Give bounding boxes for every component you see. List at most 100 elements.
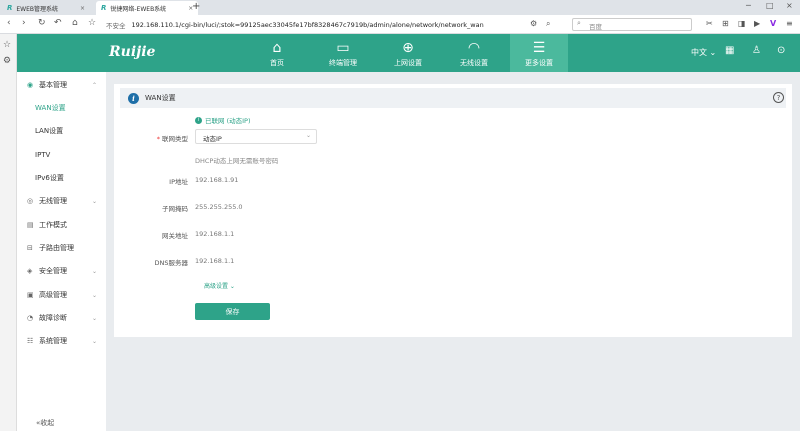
dns-value: 192.168.1.1	[195, 257, 235, 265]
save-button[interactable]: 保存	[195, 303, 270, 320]
user-icon[interactable]: ♙	[752, 45, 761, 56]
ruijie-logo: Ruijie	[109, 44, 156, 60]
chevron-up-icon: ⌃	[92, 81, 98, 89]
home-icon: ⌂	[272, 39, 282, 56]
advanced-icon: ▣	[27, 291, 34, 299]
browser-tab[interactable]: R EWEB管理系统 ×	[2, 1, 90, 15]
power-icon[interactable]: ⊙	[777, 45, 785, 56]
sidebar-item-label: LAN设置	[35, 127, 64, 135]
sidebar-item-label: 子路由管理	[39, 244, 74, 252]
basic-management-icon: ◉	[27, 81, 34, 89]
sidebar-item-system[interactable]: ☷ 系统管理 ⌄	[17, 331, 106, 351]
work-mode-icon: ▤	[27, 221, 34, 229]
qrcode-icon[interactable]: ▦	[725, 45, 734, 56]
sidebar-item-label: IPTV	[35, 151, 51, 159]
nav-terminal-management[interactable]: ▭ 终端管理	[314, 34, 372, 72]
nav-more-settings[interactable]: ☰ 更多设置	[510, 34, 568, 72]
app-top-nav: Ruijie ⌂ 首页 ▭ 终端管理 ⊕ 上网设置 ◠ 无线设置 ☰ 更多设置 …	[17, 34, 800, 72]
conn-type-label: * 联网类型	[156, 135, 188, 143]
sidebar-item-wireless-management[interactable]: ◎ 无线管理 ⌄	[17, 191, 106, 211]
forward-icon[interactable]: ›	[22, 18, 26, 28]
info-icon: i	[128, 92, 139, 104]
grid-icon[interactable]: ⊞	[722, 19, 729, 28]
search-input[interactable]: ⌕ 百度	[572, 18, 692, 31]
conn-type-select[interactable]: 动态IP ⌄	[195, 129, 317, 144]
bookmark-icon[interactable]: ☆	[88, 18, 96, 28]
sidebar-item-label: 安全管理	[39, 267, 67, 275]
sidebar-item-ipv6[interactable]: IPv6设置	[17, 168, 106, 188]
minimize-icon[interactable]: ─	[746, 1, 751, 10]
gateway-label: 网关地址	[162, 232, 188, 240]
sidebar-item-label: IPv6设置	[35, 174, 64, 182]
search-engine-icon[interactable]: ⌕	[546, 19, 550, 29]
wan-settings-panel: i WAN设置 ? i 已联网 (动态IP) * 联网类型 动态IP ⌄ DHCP…	[114, 84, 792, 337]
nav-home[interactable]: ⌂ 首页	[248, 34, 306, 72]
help-icon[interactable]: ?	[773, 92, 784, 103]
page-title: WAN设置	[145, 94, 176, 102]
monitor-icon: ▭	[336, 39, 350, 56]
sidebar-item-diagnostics[interactable]: ◔ 故障诊断 ⌄	[17, 308, 106, 328]
sidebar-item-basic-management[interactable]: ◉ 基本管理 ⌃	[17, 75, 106, 95]
chevron-down-icon: ⌄	[92, 197, 98, 205]
reload-icon[interactable]: ↻	[38, 18, 46, 28]
system-icon: ☷	[27, 337, 34, 345]
browser-tab-bar: R EWEB管理系统 × R 锐捷网络-EWEB系统 × + ─ □ ×	[0, 0, 800, 15]
required-mark: *	[156, 135, 160, 143]
router-icon: ⊟	[27, 244, 33, 252]
sidebar-item-sub-router[interactable]: ⊟ 子路由管理	[17, 238, 106, 258]
back-icon[interactable]: ‹	[7, 18, 11, 28]
sidebar-item-label: 基本管理	[39, 81, 67, 89]
wireless-icon: ◎	[27, 197, 34, 205]
subnet-mask-value: 255.255.255.0	[195, 203, 243, 211]
close-window-icon[interactable]: ×	[786, 1, 793, 10]
sidebar-item-advanced[interactable]: ▣ 高级管理 ⌄	[17, 285, 106, 305]
gateway-value: 192.168.1.1	[195, 230, 235, 238]
nav-internet-settings[interactable]: ⊕ 上网设置	[379, 34, 437, 72]
sidebar-item-label: 工作模式	[39, 221, 67, 229]
shield-icon: ◈	[27, 267, 33, 275]
sidebar-item-wan[interactable]: WAN设置	[17, 98, 106, 118]
status-icon: i	[195, 116, 202, 124]
settings-icon[interactable]: ⚙	[530, 19, 537, 28]
conn-type-hint: DHCP动态上网无需账号密码	[195, 157, 279, 165]
menu-icon[interactable]: ≡	[786, 19, 793, 28]
new-tab-button[interactable]: +	[192, 1, 200, 12]
nav-label: 上网设置	[394, 59, 422, 67]
sidebar-item-label: WAN设置	[35, 104, 66, 112]
advanced-settings-toggle[interactable]: 高级设置 ⌄	[204, 281, 235, 290]
language-selector[interactable]: 中文 ⌄	[691, 47, 716, 58]
sidebar-item-lan[interactable]: LAN设置	[17, 121, 106, 141]
ruijie-tab-icon: R	[101, 4, 107, 12]
sliders-icon: ☰	[532, 39, 546, 56]
browser-tab-active[interactable]: R 锐捷网络-EWEB系统 ×	[96, 1, 199, 15]
dns-label: DNS服务器	[154, 259, 189, 267]
history-icon[interactable]: ↶	[54, 18, 62, 28]
tools-icon[interactable]: ⚙	[3, 56, 11, 66]
tab-close-icon[interactable]: ×	[80, 5, 85, 12]
sidebar-item-label: 故障诊断	[39, 314, 67, 322]
diagnostics-icon: ◔	[27, 314, 34, 322]
chevron-down-icon: ⌄	[92, 267, 98, 275]
ip-address-value: 192.168.1.91	[195, 176, 239, 184]
screenshot-icon[interactable]: ✂	[706, 19, 713, 28]
extension-icon[interactable]: V	[770, 19, 776, 28]
nav-wireless-settings[interactable]: ◠ 无线设置	[445, 34, 503, 72]
sidebar-item-work-mode[interactable]: ▤ 工作模式	[17, 215, 106, 235]
sidebar-item-iptv[interactable]: IPTV	[17, 145, 106, 165]
search-icon: ⌕	[577, 19, 581, 27]
sidebar-item-label: 无线管理	[39, 197, 67, 205]
conn-type-value: 动态IP	[203, 135, 222, 143]
nav-label: 终端管理	[329, 59, 357, 67]
chevron-down-icon: ⌄	[306, 132, 312, 139]
maximize-icon[interactable]: □	[766, 1, 774, 10]
collapse-sidebar-button[interactable]: «收起	[36, 418, 54, 428]
tab-title: 锐捷网络-EWEB系统	[110, 5, 167, 13]
home-icon[interactable]: ⌂	[72, 18, 78, 28]
sidebar-icon[interactable]: ◨	[738, 19, 746, 28]
play-icon[interactable]: ▶	[754, 19, 760, 28]
favorites-icon[interactable]: ☆	[3, 40, 11, 50]
sidebar-item-security[interactable]: ◈ 安全管理 ⌄	[17, 261, 106, 281]
nav-label: 首页	[270, 59, 284, 67]
url-field[interactable]: 不安全 192.168.110.1/cgi-bin/luci/;stok=991…	[106, 18, 526, 31]
subnet-mask-label: 子网掩码	[162, 205, 188, 213]
